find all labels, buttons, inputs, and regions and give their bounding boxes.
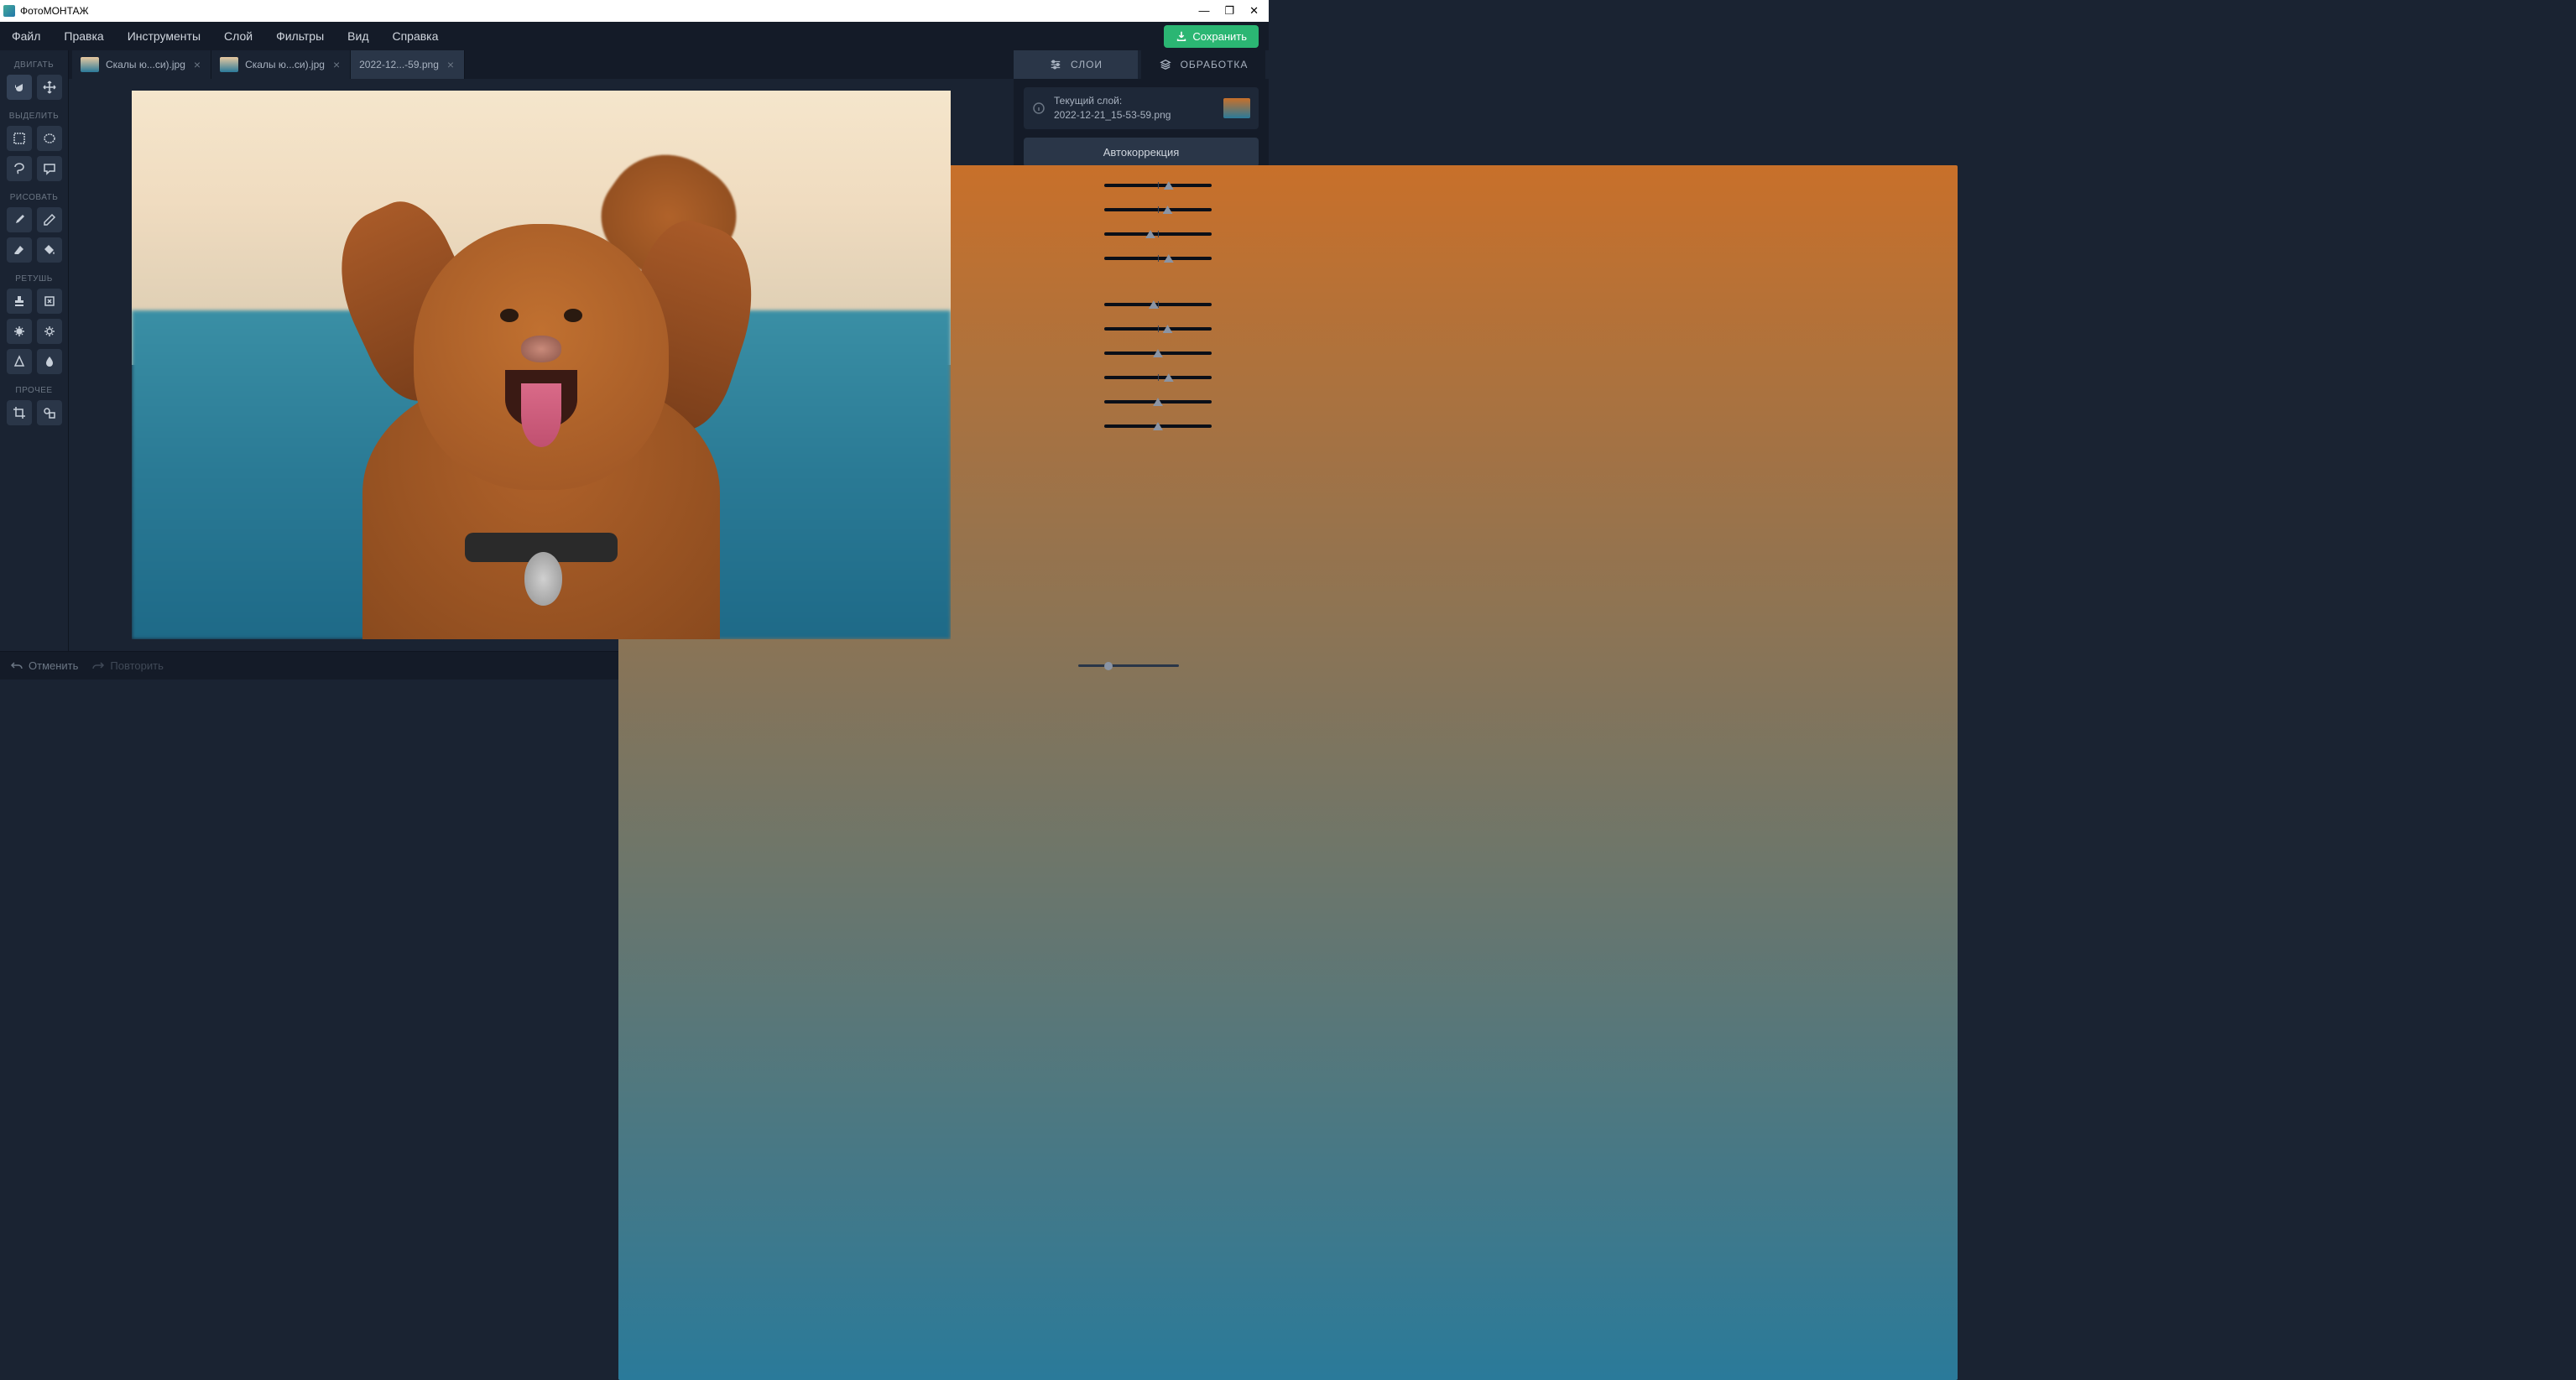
- tab-close-icon[interactable]: ×: [192, 58, 202, 71]
- menubar: Файл Правка Инструменты Слой Фильтры Вид…: [0, 22, 1269, 50]
- save-button-label: Сохранить: [1192, 30, 1247, 43]
- tool-hand[interactable]: [7, 75, 32, 100]
- tool-burn[interactable]: [37, 319, 62, 344]
- panel-tab-processing[interactable]: ОБРАБОТКА: [1141, 50, 1265, 79]
- tool-crop[interactable]: [7, 400, 32, 425]
- redo-icon: [91, 660, 105, 672]
- sliders-icon: [1049, 59, 1062, 70]
- menu-file[interactable]: Файл: [10, 26, 42, 46]
- tab-0[interactable]: Скалы ю...си).jpg ×: [72, 50, 211, 79]
- tab-close-icon[interactable]: ×: [446, 58, 456, 71]
- tool-rect-select[interactable]: [7, 126, 32, 151]
- layer-thumbnail: [1223, 98, 1250, 118]
- tool-brush[interactable]: [7, 207, 32, 232]
- tool-fill[interactable]: [37, 237, 62, 263]
- layers-icon: [1159, 59, 1172, 70]
- app-icon: [3, 5, 15, 17]
- section-move: ДВИГАТЬ: [14, 60, 54, 70]
- download-icon: [1176, 30, 1187, 42]
- tool-magic-wand[interactable]: [37, 156, 62, 181]
- section-other: ПРОЧЕЕ: [15, 386, 52, 395]
- tab-thumb-icon: [81, 57, 99, 72]
- slider-track[interactable]: [1104, 400, 1212, 404]
- left-toolbar: ДВИГАТЬ ВЫДЕЛИТЬ РИСОВАТЬ РЕТУШЬ: [0, 50, 69, 651]
- tab-label: Скалы ю...си).jpg: [245, 59, 325, 70]
- slider-track[interactable]: [1104, 424, 1212, 428]
- undo-label: Отменить: [29, 659, 78, 672]
- menu-layer[interactable]: Слой: [222, 26, 254, 46]
- tool-shapes[interactable]: [37, 400, 62, 425]
- slider-track[interactable]: [1104, 232, 1212, 236]
- canvas[interactable]: [69, 79, 1014, 651]
- menu-tools[interactable]: Инструменты: [126, 26, 202, 46]
- layer-info-label: Текущий слой:: [1054, 94, 1215, 108]
- layer-info-filename: 2022-12-21_15-53-59.png: [1054, 108, 1215, 122]
- tool-sharpen[interactable]: [7, 349, 32, 374]
- titlebar: ФотоМОНТАЖ — ❐ ✕: [0, 0, 1269, 22]
- section-draw: РИСОВАТЬ: [10, 193, 59, 202]
- undo-icon: [10, 660, 23, 672]
- auto-correction-button[interactable]: Автокоррекция: [1024, 138, 1259, 167]
- tool-stamp[interactable]: [7, 289, 32, 314]
- tab-label: 2022-12...-59.png: [359, 59, 439, 70]
- undo-button[interactable]: Отменить: [10, 659, 78, 672]
- tool-eraser[interactable]: [7, 237, 32, 263]
- menu-help[interactable]: Справка: [390, 26, 440, 46]
- panel-tab-label: ОБРАБОТКА: [1181, 59, 1249, 70]
- tab-close-icon[interactable]: ×: [331, 58, 342, 71]
- menu-filters[interactable]: Фильтры: [274, 26, 326, 46]
- menu-edit[interactable]: Правка: [62, 26, 105, 46]
- tool-pencil[interactable]: [37, 207, 62, 232]
- document-tabs: Скалы ю...си).jpg × Скалы ю...си).jpg × …: [69, 50, 1014, 79]
- slider-track[interactable]: [1104, 208, 1212, 211]
- minimize-button[interactable]: —: [1198, 4, 1209, 18]
- panel-tab-label: СЛОИ: [1071, 59, 1103, 70]
- tool-blur[interactable]: [37, 349, 62, 374]
- section-select: ВЫДЕЛИТЬ: [9, 112, 59, 121]
- save-button[interactable]: Сохранить: [1164, 25, 1259, 48]
- tool-move[interactable]: [37, 75, 62, 100]
- tool-patch[interactable]: [37, 289, 62, 314]
- close-button[interactable]: ✕: [1249, 4, 1259, 18]
- redo-button[interactable]: Повторить: [91, 659, 163, 672]
- tab-label: Скалы ю...си).jpg: [106, 59, 185, 70]
- slider-track[interactable]: [1104, 303, 1212, 306]
- slider-track[interactable]: [1104, 352, 1212, 355]
- panel-tab-layers[interactable]: СЛОИ: [1014, 50, 1138, 79]
- info-icon: [1032, 102, 1046, 115]
- slider-track[interactable]: [1104, 184, 1212, 187]
- tool-dodge[interactable]: [7, 319, 32, 344]
- tab-1[interactable]: Скалы ю...си).jpg ×: [211, 50, 351, 79]
- slider-track[interactable]: [1104, 327, 1212, 331]
- tool-ellipse-select[interactable]: [37, 126, 62, 151]
- slider-track[interactable]: [1104, 257, 1212, 260]
- redo-label: Повторить: [110, 659, 163, 672]
- slider-track[interactable]: [1104, 376, 1212, 379]
- zoom-slider[interactable]: [1078, 664, 1179, 667]
- menu-view[interactable]: Вид: [346, 26, 370, 46]
- maximize-button[interactable]: ❐: [1224, 4, 1234, 18]
- current-layer-info: Текущий слой: 2022-12-21_15-53-59.png: [1024, 87, 1259, 129]
- canvas-image: [132, 91, 951, 639]
- tab-2[interactable]: 2022-12...-59.png ×: [351, 50, 465, 79]
- tab-thumb-icon: [220, 57, 238, 72]
- app-title: ФотоМОНТАЖ: [20, 5, 1198, 17]
- section-retouch: РЕТУШЬ: [15, 274, 53, 284]
- tool-lasso[interactable]: [7, 156, 32, 181]
